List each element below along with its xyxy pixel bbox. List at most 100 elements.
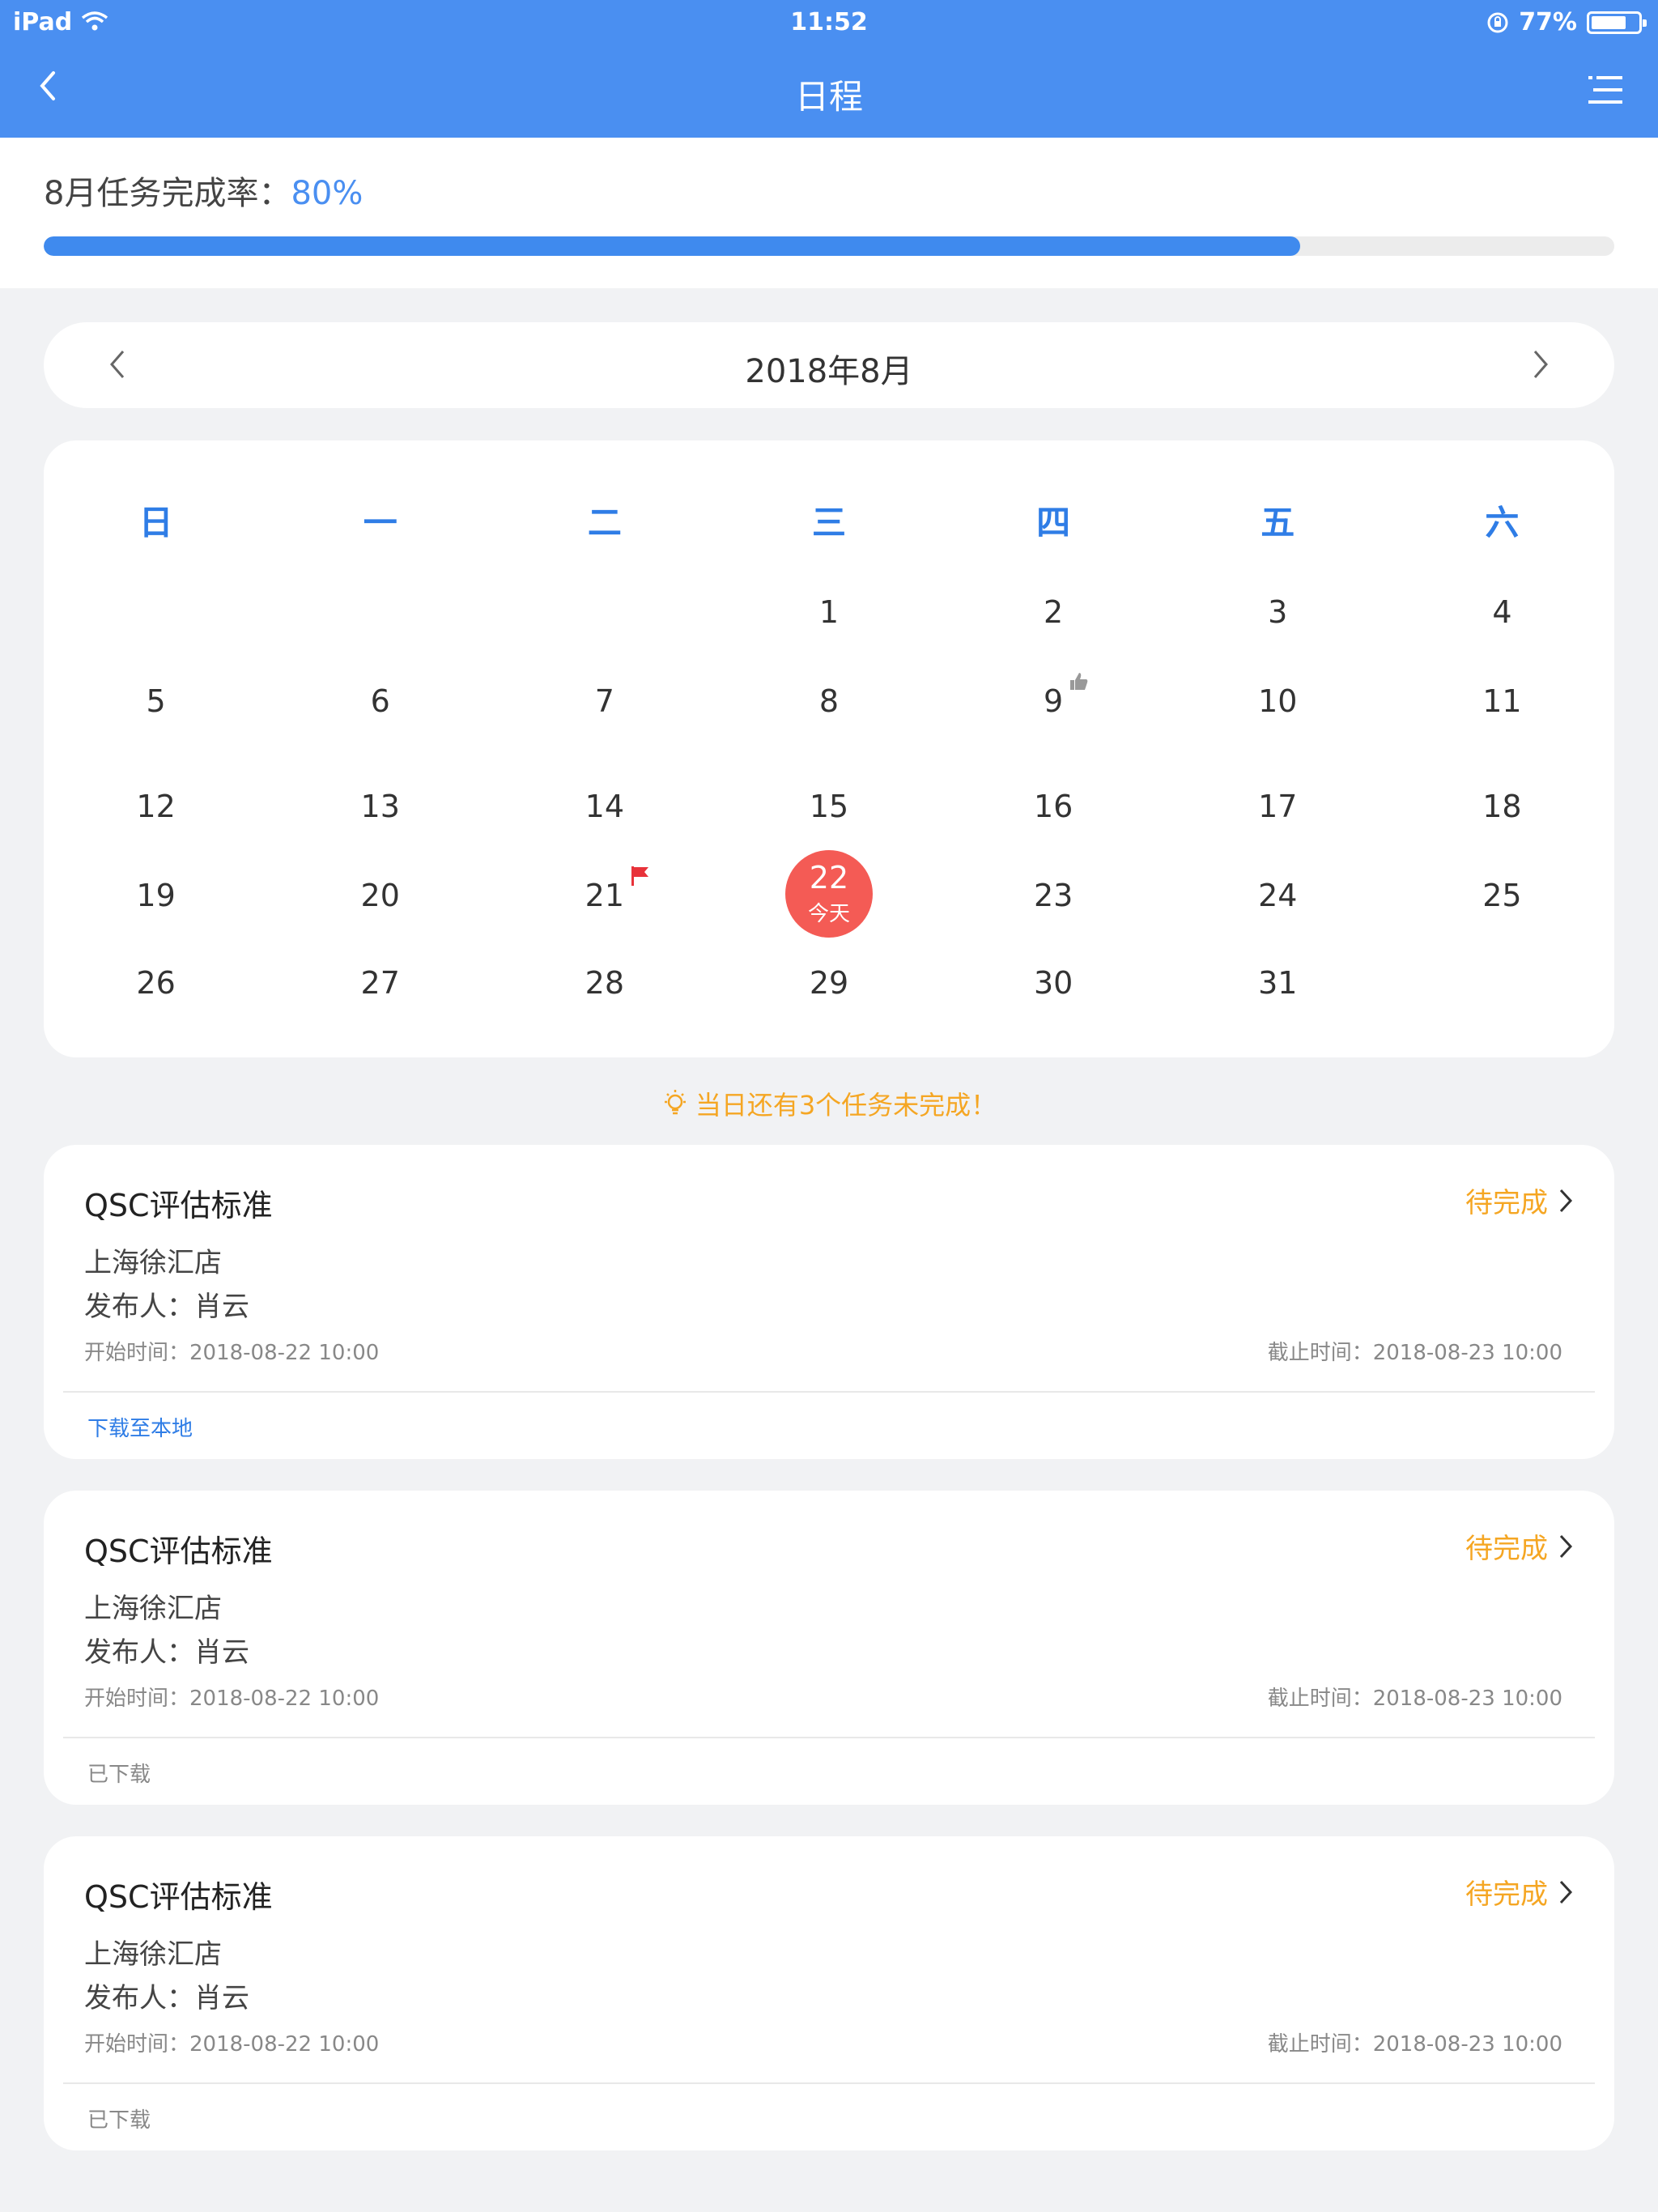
calendar-day[interactable]: 26 [44,965,268,1001]
calendar-day[interactable]: 29 [716,965,941,1001]
top-bar: iPad 11:52 77% 日程 [0,0,1658,138]
calendar-day[interactable]: 11 [1390,683,1614,719]
calendar-day-number: 8 [818,683,840,719]
weekday-label: 日 [138,503,173,542]
completion-label: 8月任务完成率：80% [44,167,363,214]
calendar-day-number: 12 [136,789,176,824]
calendar-day-number: 15 [809,789,849,824]
calendar-day-number: 11 [1482,683,1522,719]
calendar-day[interactable]: 31 [1166,965,1390,1001]
calendar-day-number: 16 [1033,789,1073,824]
completion-percent: 80% [291,175,363,212]
calendar-day-today[interactable]: 22 今天 [716,850,941,938]
calendar-day[interactable]: 15 [716,789,941,824]
calendar-grid: 日一二三四五六 1 2 3 4 5 6 7 8 9 10 11 12 13 14 15 16 17 18 19 20 2… [44,440,1614,1057]
calendar-day-number: 26 [136,965,176,1001]
calendar-day[interactable]: 10 [1166,683,1390,719]
calendar-day[interactable]: 21 [492,866,716,913]
calendar-day-number: 18 [1482,789,1522,824]
calendar-week-row: 12 13 14 15 16 17 18 [44,789,1614,824]
status-bar: iPad 11:52 77% [0,0,1658,45]
weekday-label: 一 [363,503,397,542]
task-status-button[interactable]: 待完成 [1465,1526,1574,1566]
task-title: QSC评估标准 [84,1879,273,1915]
task-card[interactable]: QSC评估标准 待完成 上海徐汇店 发布人：肖云 开始时间：2018-08-22 10:… [44,1145,1614,1459]
calendar-day-number: 14 [585,789,625,824]
calendar-day[interactable]: 7 [492,683,716,719]
calendar-day[interactable]: 12 [44,789,268,824]
calendar-day-number: 9 [1044,683,1064,719]
task-status-button[interactable]: 待完成 [1465,1180,1574,1220]
calendar-day-number: 20 [360,878,400,913]
calendar-day[interactable]: 18 [1390,789,1614,824]
calendar-week-row: 19 20 21 22 今天 23 24 25 [44,850,1614,938]
calendar-day[interactable]: 16 [942,789,1166,824]
task-store: 上海徐汇店 [84,1593,222,1625]
calendar-day-number: 2 [1044,594,1064,630]
calendar-day[interactable]: 20 [268,878,492,913]
calendar-day[interactable]: 30 [942,965,1166,1001]
chevron-right-icon [1559,1189,1573,1212]
calendar-day[interactable]: 24 [1166,878,1390,913]
page-title: 日程 [794,77,863,117]
calendar-day-number: 30 [1033,965,1073,1001]
card-divider [63,2082,1595,2084]
task-start-time: 开始时间：2018-08-22 10:00 [84,1687,380,1711]
pending-task-hint: 当日还有3个任务未完成！ [0,1085,1658,1122]
calendar-day[interactable]: 17 [1166,789,1390,824]
calendar-day[interactable]: 28 [492,965,716,1001]
chevron-right-icon [1559,1534,1573,1558]
weekday-header: 日一二三四五六 [44,496,1614,545]
completion-label-text: 8月任务完成率： [44,175,291,212]
calendar-day-number: 10 [1258,683,1298,719]
calendar-day[interactable]: 9 [942,673,1166,719]
calendar-day[interactable]: 6 [268,683,492,719]
task-status: 待完成 [1465,1187,1548,1219]
calendar-day-number: 3 [1268,594,1288,630]
task-start-time: 开始时间：2018-08-22 10:00 [84,2032,380,2057]
calendar-day[interactable]: 25 [1390,878,1614,913]
calendar-day-number: 21 [585,878,625,913]
task-status-button[interactable]: 待完成 [1465,1872,1574,1912]
battery-icon [1587,11,1647,34]
calendar-day-number: 7 [594,683,614,719]
calendar-day[interactable]: 13 [268,789,492,824]
calendar-day-number: 1 [818,594,840,630]
task-end-time: 截止时间：2018-08-23 10:00 [1267,1687,1562,1711]
calendar-day-number: 22 [809,860,849,895]
calendar-day[interactable]: 19 [44,878,268,913]
calendar-day-number: 28 [585,965,625,1001]
current-month-label: 2018年8月 [745,353,913,390]
calendar-day[interactable]: 4 [1390,594,1614,630]
red-flag-icon [631,866,649,886]
task-card[interactable]: QSC评估标准 待完成 上海徐汇店 发布人：肖云 开始时间：2018-08-22 10:… [44,1836,1614,2150]
calendar-day[interactable]: 8 [716,683,941,719]
next-month-button[interactable] [1530,347,1551,385]
calendar-day[interactable]: 14 [492,789,716,824]
calendar-day[interactable]: 23 [942,878,1166,913]
download-link[interactable]: 下载至本地 [87,1412,193,1442]
calendar-day[interactable]: 5 [44,683,268,719]
calendar-week-row: 26 27 28 29 30 31 [44,965,1614,1001]
weekday-label: 五 [1261,503,1295,542]
calendar-day[interactable]: 27 [268,965,492,1001]
calendar-day-number: 4 [1492,594,1512,630]
weekday-label: 六 [1485,503,1520,542]
calendar-day[interactable]: 1 [716,594,941,630]
calendar-day-number: 29 [809,965,849,1001]
card-divider [63,1737,1595,1738]
rotation-lock-icon [1487,12,1508,32]
hint-text: 当日还有3个任务未完成！ [695,1090,997,1121]
calendar-day-number: 5 [146,683,166,719]
battery-percent: 77% [1519,8,1577,36]
task-publisher: 发布人：肖云 [84,1636,249,1669]
progress-bar-fill [44,236,1300,256]
task-start-time: 开始时间：2018-08-22 10:00 [84,1341,380,1365]
task-end-time: 截止时间：2018-08-23 10:00 [1267,2032,1562,2057]
calendar-week-row: 5 6 7 8 9 10 11 [44,673,1614,719]
calendar-day-number: 25 [1482,878,1522,913]
calendar-day[interactable]: 2 [942,594,1166,630]
menu-button[interactable] [1588,74,1622,108]
calendar-day[interactable]: 3 [1166,594,1390,630]
task-card[interactable]: QSC评估标准 待完成 上海徐汇店 发布人：肖云 开始时间：2018-08-22 10:… [44,1491,1614,1805]
